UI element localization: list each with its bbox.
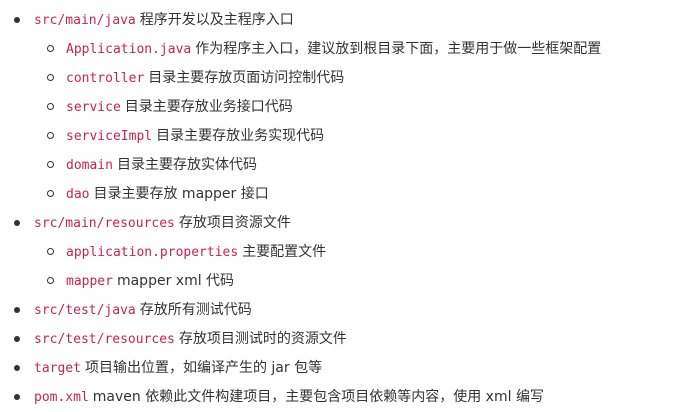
item-description: mapper xml 代码 bbox=[116, 273, 235, 289]
inline-code: controller bbox=[66, 71, 145, 86]
sublist-src-main-java: Application.java 作为程序主入口，建议放到根目录下面，主要用于做一… bbox=[34, 35, 601, 209]
inline-code: src/test/java bbox=[34, 303, 136, 318]
list-item-src-test-resources: src/test/resources 存放项目测试时的资源文件 bbox=[0, 325, 601, 354]
item-description: 目录主要存放 mapper 接口 bbox=[93, 186, 269, 202]
circle-bullet-icon bbox=[47, 103, 54, 110]
circle-bullet-icon bbox=[47, 45, 54, 52]
item-description: 作为程序主入口，建议放到根目录下面，主要用于做一些框架配置 bbox=[195, 41, 602, 57]
list-item-mapper: mapper mapper xml 代码 bbox=[34, 267, 601, 296]
list-item-pom-xml: pom.xml maven 依赖此文件构建项目，主要包含项目依赖等内容，使用 xm… bbox=[0, 383, 601, 412]
item-description: 存放所有测试代码 bbox=[139, 302, 252, 318]
list-item-src-test-java: src/test/java 存放所有测试代码 bbox=[0, 296, 601, 325]
inline-code: application.properties bbox=[66, 245, 239, 260]
list-item-service: service 目录主要存放业务接口代码 bbox=[34, 93, 601, 122]
item-description: 目录主要存放业务接口代码 bbox=[124, 99, 293, 115]
inline-code: mapper bbox=[66, 274, 113, 289]
list-item-application-java: Application.java 作为程序主入口，建议放到根目录下面，主要用于做一… bbox=[34, 35, 601, 64]
inline-code: Application.java bbox=[66, 42, 192, 57]
list-item-serviceimpl: serviceImpl 目录主要存放业务实现代码 bbox=[34, 122, 601, 151]
inline-code: src/main/resources bbox=[34, 216, 175, 231]
circle-bullet-icon bbox=[47, 190, 54, 197]
inline-code: dao bbox=[66, 187, 90, 202]
inline-code: service bbox=[66, 100, 121, 115]
bullet-icon bbox=[14, 17, 20, 23]
bullet-icon bbox=[14, 220, 20, 226]
circle-bullet-icon bbox=[47, 277, 54, 284]
bullet-icon bbox=[14, 394, 20, 400]
inline-code: serviceImpl bbox=[66, 129, 153, 144]
document: src/main/java 程序开发以及主程序入口 Application.jav… bbox=[0, 0, 691, 405]
list-item-src-main-resources: src/main/resources 存放项目资源文件 application.p… bbox=[0, 209, 601, 296]
circle-bullet-icon bbox=[47, 161, 54, 168]
sublist-src-main-resources: application.properties 主要配置文件 mapper mappe… bbox=[34, 238, 601, 296]
item-description: 目录主要存放页面访问控制代码 bbox=[148, 70, 345, 86]
list-item-target: target 项目输出位置，如编译产生的 jar 包等 bbox=[0, 354, 601, 383]
item-description: 目录主要存放实体代码 bbox=[116, 157, 257, 173]
bullet-icon bbox=[14, 307, 20, 313]
circle-bullet-icon bbox=[47, 248, 54, 255]
inline-code: target bbox=[34, 361, 81, 376]
item-description: 目录主要存放业务实现代码 bbox=[156, 128, 325, 144]
bullet-icon bbox=[14, 336, 20, 342]
list-item-src-main-java: src/main/java 程序开发以及主程序入口 Application.jav… bbox=[0, 6, 601, 209]
inline-code: src/test/resources bbox=[34, 332, 175, 347]
list-item-dao: dao 目录主要存放 mapper 接口 bbox=[34, 180, 601, 209]
circle-bullet-icon bbox=[47, 74, 54, 81]
inline-code: domain bbox=[66, 158, 113, 173]
circle-bullet-icon bbox=[47, 132, 54, 139]
item-description: 主要配置文件 bbox=[242, 244, 327, 260]
item-description: 存放项目资源文件 bbox=[178, 215, 291, 231]
list-item-application-properties: application.properties 主要配置文件 bbox=[34, 238, 601, 267]
bullet-icon bbox=[14, 365, 20, 371]
project-structure-list: src/main/java 程序开发以及主程序入口 Application.jav… bbox=[0, 6, 601, 412]
list-item-controller: controller 目录主要存放页面访问控制代码 bbox=[34, 64, 601, 93]
item-description: 存放项目测试时的资源文件 bbox=[178, 331, 347, 347]
list-item-domain: domain 目录主要存放实体代码 bbox=[34, 151, 601, 180]
inline-code: src/main/java bbox=[34, 13, 136, 28]
item-description: 程序开发以及主程序入口 bbox=[139, 12, 294, 28]
item-description: 项目输出位置，如编译产生的 jar 包等 bbox=[84, 360, 323, 376]
